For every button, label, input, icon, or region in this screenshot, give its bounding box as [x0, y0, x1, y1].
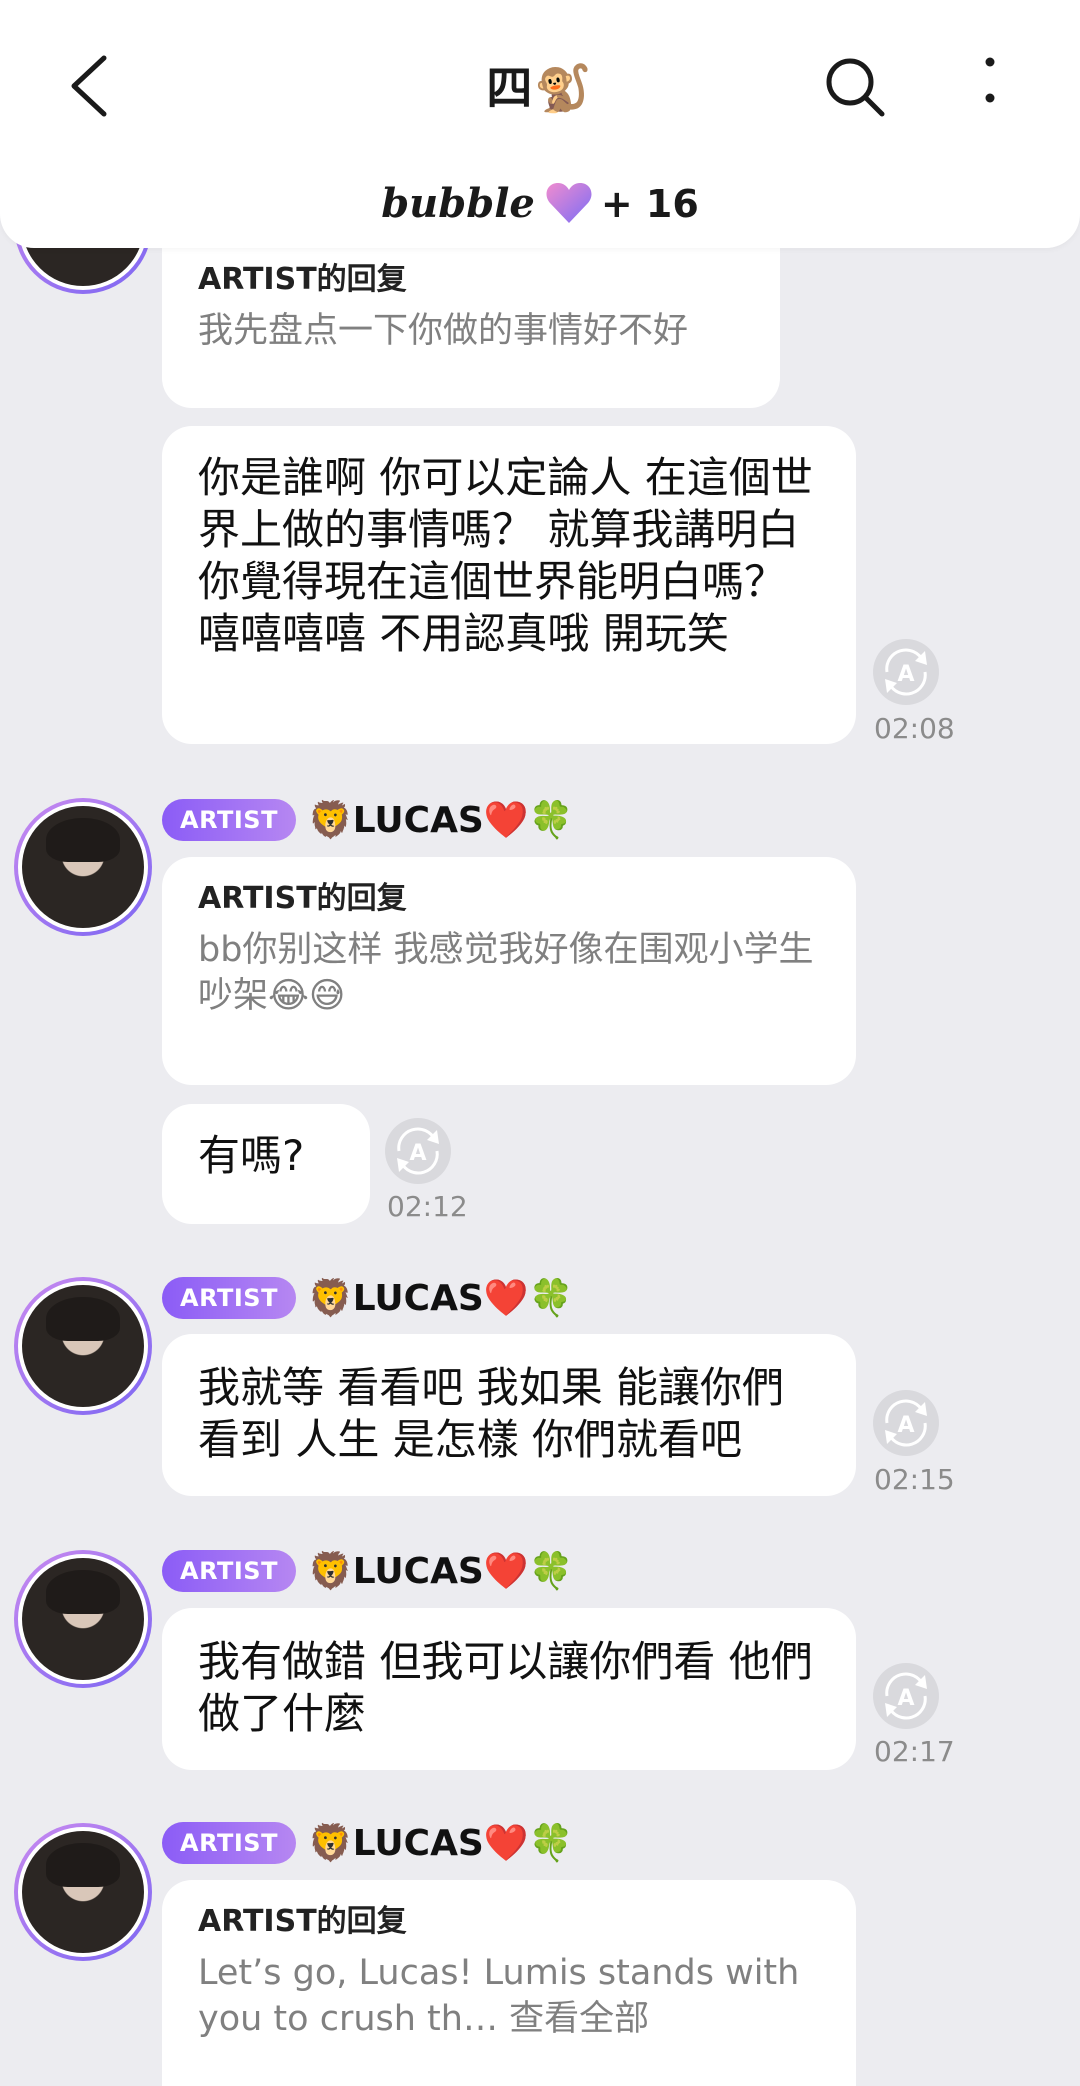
search-button[interactable] [820, 52, 890, 122]
sender-name: 🦁LUCAS❤️🍀 [307, 1278, 574, 1319]
message-bubble[interactable]: 你是誰啊 你可以定論人 在這個世界上做的事情嗎？ 就算我講明白 你覺得現在這個世… [162, 426, 856, 744]
search-icon [826, 58, 885, 117]
artist-badge: ARTIST [162, 1277, 296, 1319]
artist-badge: ARTIST [162, 1550, 296, 1592]
sender-row: ARTIST 🦁LUCAS❤️🍀 [162, 797, 574, 843]
header: 四🐒 bubble + 16 [0, 0, 1080, 248]
reply-text: 我先盘点一下你做的事情好不好 [198, 311, 689, 351]
message-bubble[interactable]: 我就等 看看吧 我如果 能讓你們看到 人生 是怎樣 你們就看吧 [162, 1334, 856, 1496]
message-bubble[interactable]: 有嗎? [162, 1104, 370, 1224]
bubble-bar[interactable]: bubble + 16 [0, 180, 1080, 240]
heart-icon [546, 183, 592, 223]
sender-row: ARTIST 🦁LUCAS❤️🍀 [162, 1820, 574, 1866]
message-text: 有嗎? [198, 1131, 305, 1180]
translate-icon: A [885, 1399, 927, 1447]
more-vertical-icon [985, 57, 995, 103]
sender-name: 🦁LUCAS❤️🍀 [307, 1823, 574, 1864]
translate-icon: A [397, 1127, 439, 1175]
reply-message[interactable]: ARTIST的回复 Let’s go, Lucas! Lumis stands … [162, 1880, 856, 2086]
reply-message[interactable]: ARTIST的回复 bb你别这样 我感觉我好像在围观小学生吵架😂😅 [162, 857, 856, 1085]
reply-message[interactable]: ARTIST的回复 我先盘点一下你做的事情好不好 [162, 248, 780, 408]
avatar[interactable] [14, 1550, 152, 1688]
avatar[interactable] [14, 1823, 152, 1961]
sender-row: ARTIST 🦁LUCAS❤️🍀 [162, 1275, 574, 1321]
svg-text:A: A [897, 662, 914, 687]
artist-badge: ARTIST [162, 799, 296, 841]
translate-button[interactable]: A [873, 639, 939, 705]
subscriber-count: + 16 [600, 182, 699, 226]
reply-text: Let’s go, Lucas! Lumis stands with you t… [198, 1950, 820, 2042]
chat-title: 四🐒 [486, 61, 594, 115]
svg-text:A: A [897, 1686, 914, 1711]
reply-text: bb你别这样 我感觉我好像在围观小学生吵架😂😅 [198, 930, 814, 1016]
reply-label: ARTIST的回复 [198, 1904, 407, 1939]
message-text: 我就等 看看吧 我如果 能讓你們看到 人生 是怎樣 你們就看吧 [198, 1363, 785, 1464]
timestamp: 02:17 [874, 1735, 955, 1768]
more-button[interactable] [970, 52, 1010, 122]
timestamp: 02:12 [387, 1190, 468, 1223]
svg-text:A: A [897, 1413, 914, 1438]
avatar[interactable] [14, 798, 152, 936]
sender-name: 🦁LUCAS❤️🍀 [307, 800, 574, 841]
artist-badge: ARTIST [162, 1822, 296, 1864]
message-bubble[interactable]: 我有做錯 但我可以讓你們看 他們做了什麼 [162, 1608, 856, 1770]
see-all-link[interactable]: 查看全部 [509, 1999, 649, 2039]
translate-button[interactable]: A [873, 1663, 939, 1729]
bubble-logo: bubble [381, 180, 535, 227]
svg-text:A: A [409, 1141, 426, 1166]
reply-preview: Let’s go, Lucas! Lumis stands with you t… [198, 1953, 800, 2039]
sender-name: 🦁LUCAS❤️🍀 [307, 1551, 574, 1592]
reply-label: ARTIST的回复 [198, 881, 407, 916]
reply-label: ARTIST的回复 [198, 262, 407, 297]
timestamp: 02:15 [874, 1463, 955, 1496]
translate-button[interactable]: A [385, 1118, 451, 1184]
translate-icon: A [885, 1672, 927, 1720]
translate-button[interactable]: A [873, 1390, 939, 1456]
message-text: 你是誰啊 你可以定論人 在這個世界上做的事情嗎？ 就算我講明白 你覺得現在這個世… [198, 453, 813, 658]
message-text: 我有做錯 但我可以讓你們看 他們做了什麼 [198, 1637, 813, 1738]
timestamp: 02:08 [874, 712, 955, 745]
avatar[interactable] [14, 1277, 152, 1415]
sender-row: ARTIST 🦁LUCAS❤️🍀 [162, 1548, 574, 1594]
translate-icon: A [885, 648, 927, 696]
